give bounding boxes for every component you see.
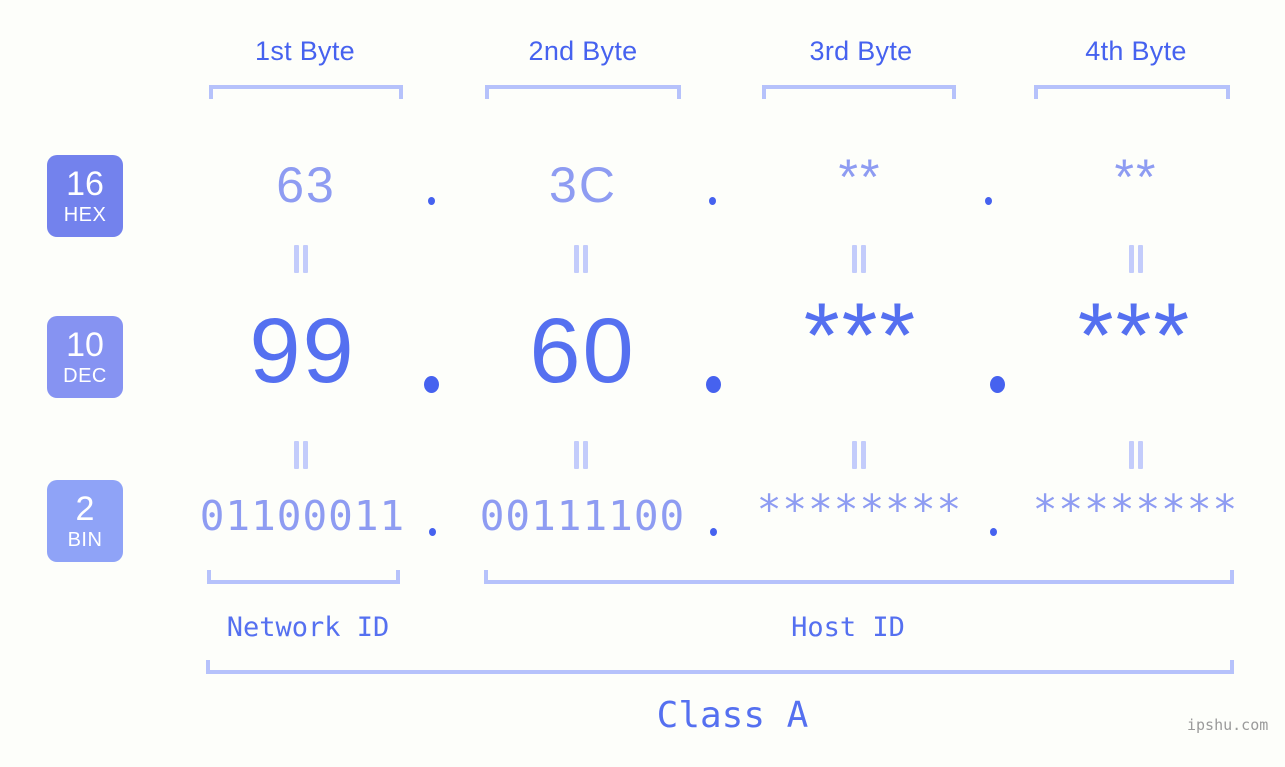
equals-symbol-hex-dec-3	[851, 245, 867, 273]
base-badge-hex: 16 HEX	[47, 155, 123, 237]
equals-symbol-hex-dec-4	[1128, 245, 1144, 273]
equals-symbol-hex-dec-1	[293, 245, 309, 273]
equals-symbol-dec-bin-1	[293, 441, 309, 469]
byte-bracket-4	[1034, 85, 1230, 99]
class-label: Class A	[656, 695, 809, 736]
dec-dot-separator-2	[706, 376, 721, 393]
network-id-bracket	[207, 570, 400, 584]
equals-symbol-dec-bin-4	[1128, 441, 1144, 469]
hex-byte-4-value: **	[1114, 149, 1158, 205]
watermark: ipshu.com	[1187, 716, 1269, 734]
dec-dot-separator-3	[990, 376, 1005, 393]
dec-byte-3-value: ***	[803, 285, 918, 387]
byte-bracket-2	[485, 85, 681, 99]
bin-byte-4-value: ********	[1032, 486, 1239, 534]
network-id-label: Network ID	[226, 612, 390, 643]
byte-header-label-4: 4th Byte	[1085, 36, 1187, 66]
bin-dot-separator-3	[990, 528, 997, 536]
base-badge-hex-name: HEX	[63, 204, 107, 226]
base-badge-bin: 2 BIN	[47, 480, 123, 562]
hex-dot-separator-3	[985, 197, 992, 205]
bin-byte-1-value: 01100011	[199, 492, 406, 540]
bin-byte-2-value: 00111100	[479, 492, 686, 540]
base-badge-dec-name: DEC	[63, 365, 107, 387]
host-id-bracket	[484, 570, 1234, 584]
ip-address-diagram: 1st Byte 2nd Byte 3rd Byte 4th Byte 16 H…	[0, 0, 1285, 767]
byte-header-label-1: 1st Byte	[255, 36, 355, 66]
host-id-label: Host ID	[791, 612, 905, 643]
bin-byte-3-value: ********	[756, 486, 963, 534]
base-badge-bin-name: BIN	[67, 529, 103, 551]
hex-byte-1-value: 63	[276, 157, 336, 213]
hex-dot-separator-2	[709, 197, 716, 205]
base-badge-dec-number: 10	[66, 326, 104, 364]
hex-byte-3-value: **	[838, 149, 882, 205]
equals-symbol-hex-dec-2	[573, 245, 589, 273]
bin-dot-separator-1	[429, 528, 436, 536]
bin-dot-separator-2	[710, 528, 717, 536]
hex-dot-separator-1	[428, 197, 435, 205]
hex-byte-2-value: 3C	[549, 157, 617, 213]
class-bracket	[206, 660, 1234, 674]
equals-symbol-dec-bin-2	[573, 441, 589, 469]
dec-byte-2-value: 60	[529, 300, 636, 402]
base-badge-dec: 10 DEC	[47, 316, 123, 398]
dec-dot-separator-1	[424, 376, 439, 393]
byte-header-label-3: 3rd Byte	[809, 36, 913, 66]
dec-byte-4-value: ***	[1077, 285, 1192, 387]
dec-byte-1-value: 99	[249, 300, 356, 402]
base-badge-bin-number: 2	[75, 490, 95, 528]
base-badge-hex-number: 16	[66, 165, 104, 203]
byte-bracket-3	[762, 85, 956, 99]
byte-bracket-1	[209, 85, 403, 99]
equals-symbol-dec-bin-3	[851, 441, 867, 469]
byte-header-label-2: 2nd Byte	[528, 36, 638, 66]
